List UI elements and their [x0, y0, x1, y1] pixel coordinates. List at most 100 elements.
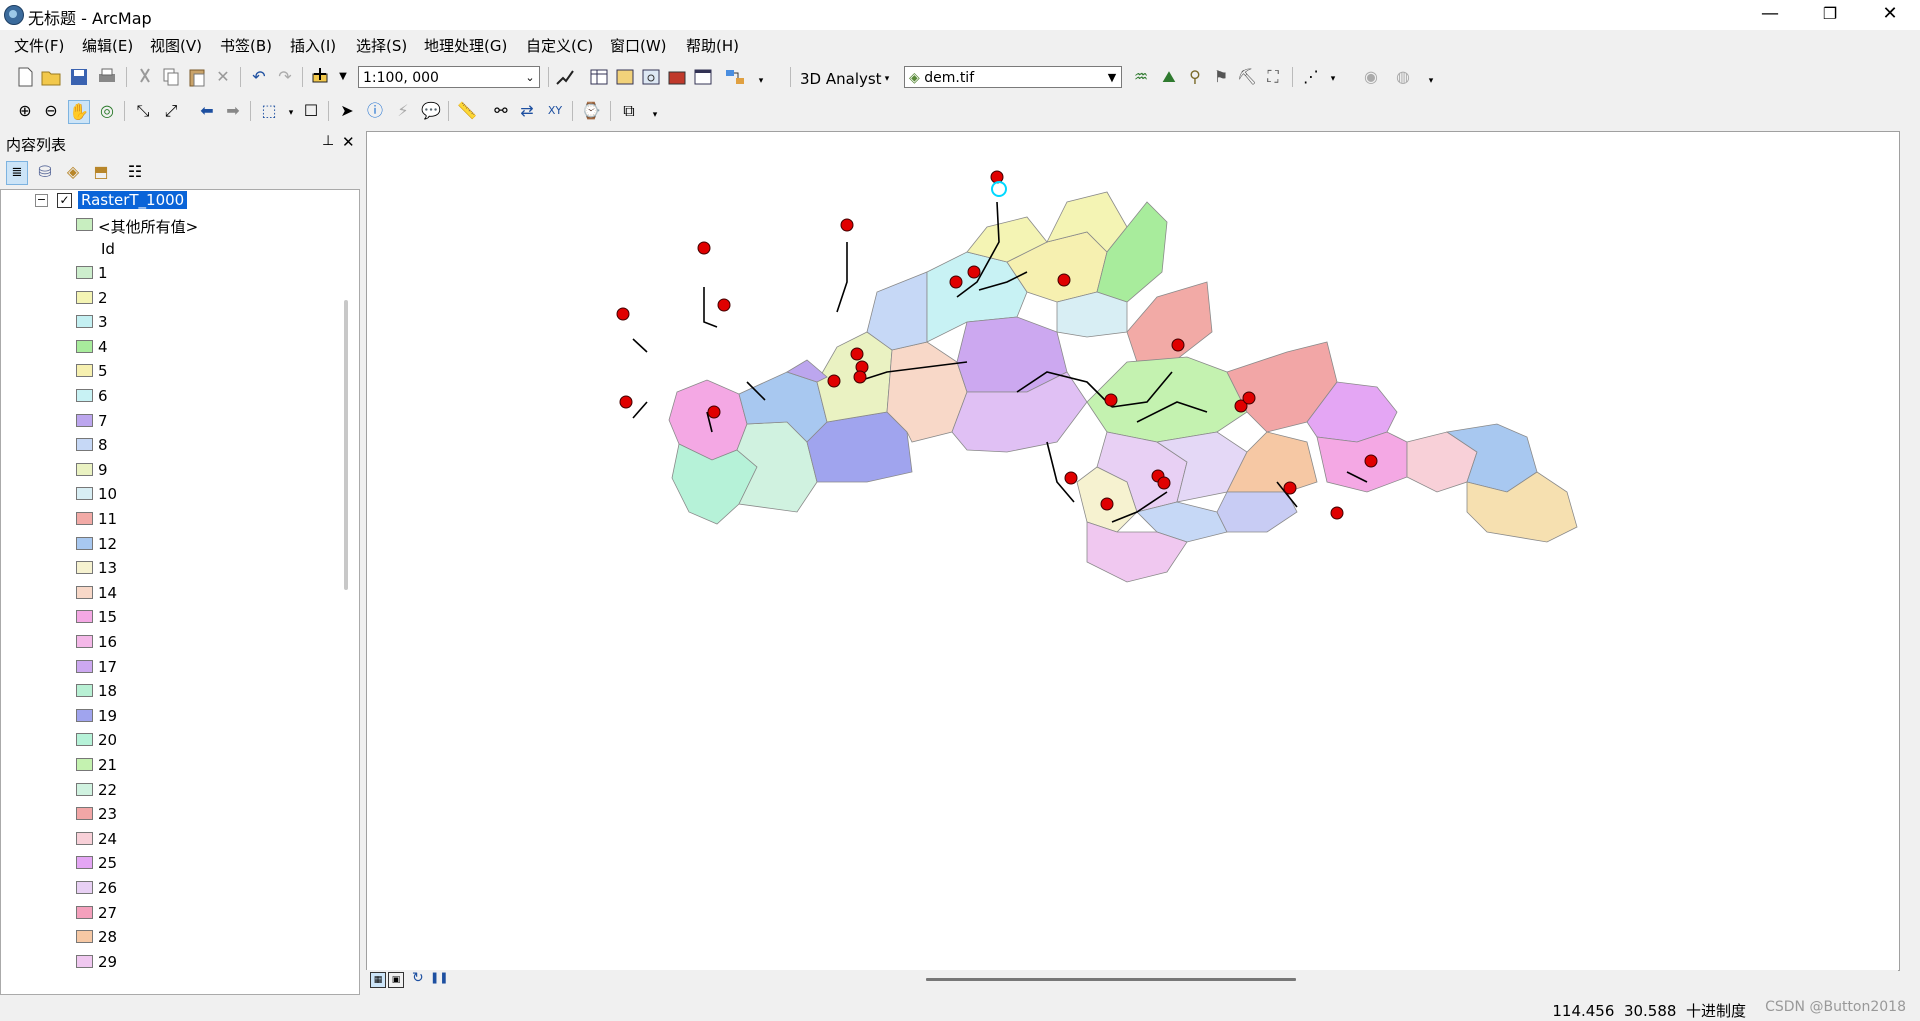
legend-swatch[interactable]: [76, 708, 93, 722]
refresh-icon[interactable]: ↻: [412, 970, 424, 986]
legend-swatch[interactable]: [76, 487, 93, 501]
fixed-zoom-in-icon[interactable]: ⤡: [132, 100, 154, 122]
python-window-icon[interactable]: [692, 66, 714, 88]
open-folder-icon[interactable]: [40, 66, 62, 88]
layout-view-icon[interactable]: ▣: [388, 972, 404, 988]
catalog-window-icon[interactable]: [614, 66, 636, 88]
data-view-icon[interactable]: ▦: [370, 972, 386, 988]
menu-view[interactable]: 视图(V): [150, 35, 202, 56]
menu-geoprocessing[interactable]: 地理处理(G): [424, 35, 507, 56]
menu-insert[interactable]: 插入(I): [290, 35, 336, 56]
3d-analyst-dropdown-icon[interactable]: ▾: [876, 68, 898, 90]
legend-swatch[interactable]: [76, 733, 93, 747]
menu-file[interactable]: 文件(F): [14, 35, 64, 56]
legend-swatch[interactable]: [76, 536, 93, 550]
go-to-xy-icon[interactable]: XY: [544, 100, 566, 122]
legend-swatch[interactable]: [76, 930, 93, 944]
find-binoculars-icon[interactable]: ⚯: [490, 100, 512, 122]
legend-swatch[interactable]: [76, 782, 93, 796]
legend-swatch[interactable]: [76, 659, 93, 673]
legend-swatch[interactable]: [76, 339, 93, 353]
legend-swatch[interactable]: [76, 856, 93, 870]
print-icon[interactable]: [96, 66, 118, 88]
legend-swatch[interactable]: [76, 364, 93, 378]
layer-combobox[interactable]: ◈ dem.tif ▼: [904, 66, 1122, 88]
layer-visibility-checkbox[interactable]: ✓: [57, 193, 72, 208]
paste-icon[interactable]: [186, 66, 208, 88]
toolbar-overflow-icon[interactable]: ▾: [644, 104, 666, 126]
toc-options-icon[interactable]: ☷: [124, 161, 146, 183]
pin-icon[interactable]: ⊥: [322, 133, 334, 149]
contour-icon[interactable]: ♒: [1130, 66, 1152, 88]
forward-arrow-icon[interactable]: ➡: [222, 100, 244, 122]
copy-icon[interactable]: [160, 66, 182, 88]
watershed-map[interactable]: [367, 132, 1899, 970]
list-by-visibility-icon[interactable]: ◈: [62, 161, 84, 183]
measure-icon[interactable]: 📏: [456, 100, 478, 122]
legend-swatch[interactable]: [76, 438, 93, 452]
collapse-icon[interactable]: −: [35, 194, 48, 207]
legend-swatch[interactable]: [76, 389, 93, 402]
model-builder-icon[interactable]: [724, 66, 746, 88]
search-window-icon[interactable]: [640, 66, 662, 88]
legend-swatch[interactable]: [76, 905, 93, 919]
legend-swatch[interactable]: [76, 585, 93, 599]
save-icon[interactable]: [68, 66, 90, 88]
layer-row[interactable]: − ✓ RasterT_1000: [1, 190, 341, 214]
profile-graph-dropdown-icon[interactable]: ▾: [1322, 68, 1344, 90]
legend-swatch[interactable]: [76, 807, 93, 821]
menu-selection[interactable]: 选择(S): [356, 35, 407, 56]
legend-swatch[interactable]: [76, 610, 93, 624]
legend-swatch[interactable]: [76, 831, 93, 845]
new-document-icon[interactable]: [14, 66, 36, 88]
legend-swatch[interactable]: [76, 684, 93, 698]
toolbar-overflow-icon[interactable]: ▾: [750, 70, 772, 92]
list-by-drawing-order-icon[interactable]: ≣: [6, 161, 28, 185]
zoom-out-icon[interactable]: ⊖: [40, 100, 62, 122]
layer-name[interactable]: RasterT_1000: [78, 191, 188, 209]
menu-windows[interactable]: 窗口(W): [610, 35, 667, 56]
legend-swatch[interactable]: [76, 413, 93, 427]
map-horizontal-scrollbar[interactable]: [926, 978, 1296, 981]
scale-combobox[interactable]: 1:100, 000 ⌄: [358, 66, 540, 88]
legend-swatch[interactable]: [76, 954, 93, 968]
fixed-zoom-out-icon[interactable]: ⤢: [160, 100, 182, 122]
arcglobe-icon[interactable]: ◍: [1392, 66, 1414, 88]
list-by-selection-icon[interactable]: ⬒: [90, 161, 112, 183]
back-arrow-icon[interactable]: ⬅: [196, 100, 218, 122]
map-display[interactable]: [366, 131, 1900, 971]
legend-swatch[interactable]: [76, 315, 93, 329]
select-features-icon[interactable]: ⬚: [258, 100, 280, 122]
clear-selection-icon[interactable]: ☐: [300, 100, 322, 122]
legend-swatch[interactable]: [76, 881, 93, 894]
add-data-dropdown-icon[interactable]: ▼: [332, 66, 354, 88]
legend-swatch[interactable]: [76, 290, 93, 304]
line-of-sight-icon[interactable]: ⚲: [1184, 66, 1206, 88]
arcscene-icon[interactable]: ◉: [1360, 66, 1382, 88]
toc-vertical-scrollbar[interactable]: [344, 300, 348, 590]
time-slider-icon[interactable]: ⌚: [580, 100, 602, 122]
find-route-icon[interactable]: ⇄: [516, 100, 538, 122]
add-data-icon[interactable]: [310, 66, 332, 88]
minimize-button[interactable]: —: [1740, 0, 1800, 30]
legend-swatch[interactable]: [76, 266, 93, 279]
hyperlink-icon[interactable]: ⚡: [392, 100, 414, 122]
arctoolbox-icon[interactable]: [666, 66, 688, 88]
identify-icon[interactable]: ⓘ: [364, 100, 386, 122]
close-button[interactable]: ✕: [1860, 0, 1920, 30]
legend-swatch[interactable]: [76, 512, 93, 525]
interpolate-point-icon[interactable]: ⚑: [1210, 66, 1232, 88]
redo-icon[interactable]: ↷: [274, 66, 296, 88]
steepest-path-icon[interactable]: ⛰: [1158, 66, 1180, 88]
legend-swatch[interactable]: [76, 758, 93, 771]
select-elements-icon[interactable]: ➤: [336, 100, 358, 122]
menu-help[interactable]: 帮助(H): [686, 35, 739, 56]
toc-close-icon[interactable]: ✕: [342, 133, 355, 151]
undo-icon[interactable]: ↶: [248, 66, 270, 88]
restore-button[interactable]: ❐: [1800, 0, 1860, 30]
create-viewer-window-icon[interactable]: ⧉: [618, 100, 640, 122]
legend-swatch[interactable]: [76, 462, 93, 476]
menu-customize[interactable]: 自定义(C): [526, 35, 593, 56]
pan-hand-icon[interactable]: ✋: [68, 100, 90, 124]
zoom-in-icon[interactable]: ⊕: [14, 100, 36, 122]
